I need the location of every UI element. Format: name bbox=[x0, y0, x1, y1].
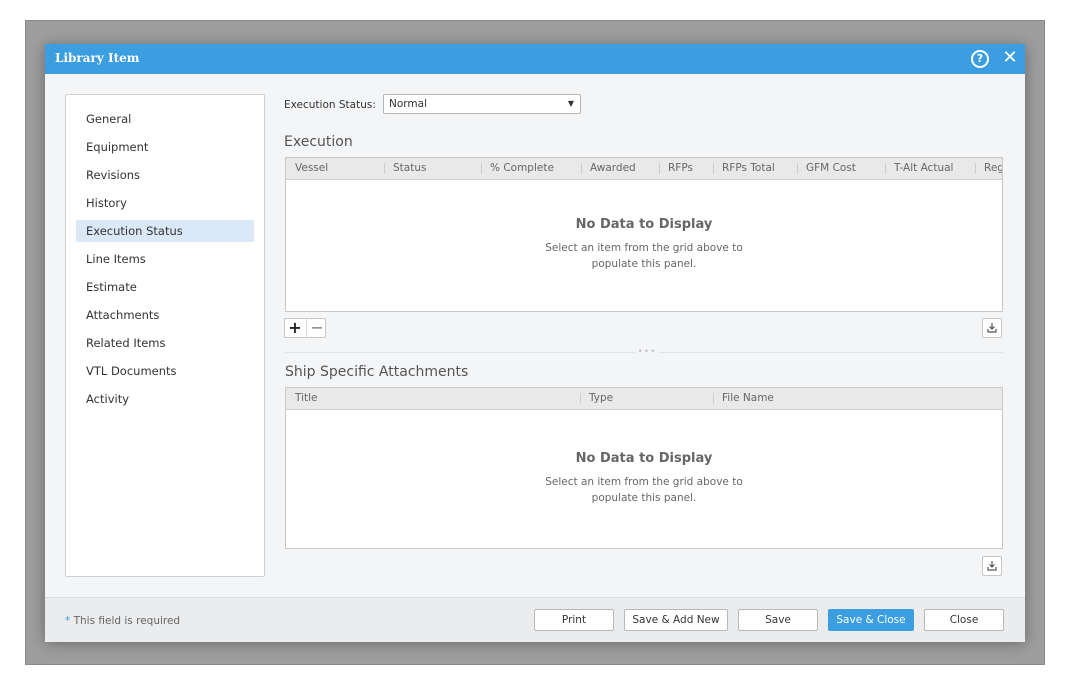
attachments-empty-message-line2: populate this panel. bbox=[591, 492, 697, 504]
sidebar-item-revisions[interactable]: Revisions bbox=[76, 164, 254, 186]
sidebar-item-equipment[interactable]: Equipment bbox=[76, 136, 254, 158]
execution-empty-message-line1: Select an item from the grid above to bbox=[545, 242, 743, 254]
sidebar-nav: General Equipment Revisions History Exec… bbox=[65, 94, 265, 577]
sidebar-item-line-items[interactable]: Line Items bbox=[76, 248, 254, 270]
column-header-vessel[interactable]: Vessel bbox=[286, 158, 328, 179]
execution-row-controls: + − bbox=[284, 318, 326, 338]
column-header-reg[interactable]: Reg bbox=[975, 158, 1002, 179]
sidebar-item-activity[interactable]: Activity bbox=[76, 388, 254, 410]
export-icon bbox=[987, 323, 997, 333]
column-header-type[interactable]: Type bbox=[580, 388, 613, 409]
execution-status-value: Normal bbox=[389, 98, 427, 110]
column-header-file-name[interactable]: File Name bbox=[713, 388, 774, 409]
sidebar-item-vtl-documents[interactable]: VTL Documents bbox=[76, 360, 254, 382]
column-header-rfps[interactable]: RFPs bbox=[659, 158, 693, 179]
close-button[interactable]: Close bbox=[924, 609, 1004, 631]
sidebar-item-execution-status[interactable]: Execution Status bbox=[76, 220, 254, 242]
help-icon[interactable]: ? bbox=[971, 50, 989, 68]
sidebar-item-estimate[interactable]: Estimate bbox=[76, 276, 254, 298]
sidebar-item-general[interactable]: General bbox=[76, 108, 254, 130]
column-header-t-alt-actual[interactable]: T-Alt Actual bbox=[885, 158, 953, 179]
dialog-title: Library Item bbox=[55, 51, 140, 65]
print-button[interactable]: Print bbox=[534, 609, 614, 631]
column-header-rfps-total[interactable]: RFPs Total bbox=[713, 158, 775, 179]
dialog-titlebar: Library Item ? ✕ bbox=[45, 44, 1025, 74]
attachments-empty-title: No Data to Display bbox=[575, 451, 713, 466]
execution-status-select[interactable]: Normal ▼ bbox=[383, 94, 581, 114]
execution-section-title: Execution bbox=[284, 134, 353, 150]
execution-empty-message-line2: populate this panel. bbox=[591, 258, 697, 270]
sidebar-item-related-items[interactable]: Related Items bbox=[76, 332, 254, 354]
column-header-awarded[interactable]: Awarded bbox=[581, 158, 636, 179]
save-and-close-button[interactable]: Save & Close bbox=[828, 609, 914, 631]
dialog-footer: * This field is required Print Save & Ad… bbox=[45, 597, 1025, 642]
remove-row-button[interactable]: − bbox=[306, 319, 327, 337]
column-header-status[interactable]: Status bbox=[384, 158, 426, 179]
close-icon[interactable]: ✕ bbox=[1002, 48, 1018, 68]
column-header-gfm-cost[interactable]: GFM Cost bbox=[797, 158, 856, 179]
column-header-title[interactable]: Title bbox=[286, 388, 318, 409]
splitter-handle[interactable]: ••• bbox=[635, 347, 659, 357]
required-star: * bbox=[65, 615, 71, 627]
column-header-percent-complete[interactable]: % Complete bbox=[481, 158, 554, 179]
attachments-grid-header: Title Type File Name bbox=[286, 388, 1002, 410]
sidebar-item-history[interactable]: History bbox=[76, 192, 254, 214]
attachments-export-button[interactable] bbox=[982, 556, 1002, 576]
library-item-dialog: Library Item ? ✕ General Equipment Revis… bbox=[45, 44, 1025, 642]
execution-export-button[interactable] bbox=[982, 318, 1002, 338]
save-and-add-new-button[interactable]: Save & Add New bbox=[624, 609, 728, 631]
chevron-down-icon: ▼ bbox=[567, 99, 574, 108]
required-field-note: * This field is required bbox=[65, 615, 180, 627]
save-button[interactable]: Save bbox=[738, 609, 818, 631]
execution-grid-header: Vessel Status % Complete Awarded RFPs RF… bbox=[286, 158, 1002, 180]
add-row-button[interactable]: + bbox=[285, 319, 305, 337]
export-icon bbox=[987, 561, 997, 571]
execution-status-label: Execution Status: bbox=[284, 99, 376, 111]
sidebar-item-attachments[interactable]: Attachments bbox=[76, 304, 254, 326]
execution-empty-title: No Data to Display bbox=[575, 217, 713, 232]
attachments-empty-message-line1: Select an item from the grid above to bbox=[545, 476, 743, 488]
attachments-section-title: Ship Specific Attachments bbox=[285, 364, 469, 380]
required-note-text: This field is required bbox=[73, 615, 181, 627]
attachments-grid: Title Type File Name No Data to Display … bbox=[285, 387, 1003, 549]
execution-grid: Vessel Status % Complete Awarded RFPs RF… bbox=[285, 157, 1003, 312]
